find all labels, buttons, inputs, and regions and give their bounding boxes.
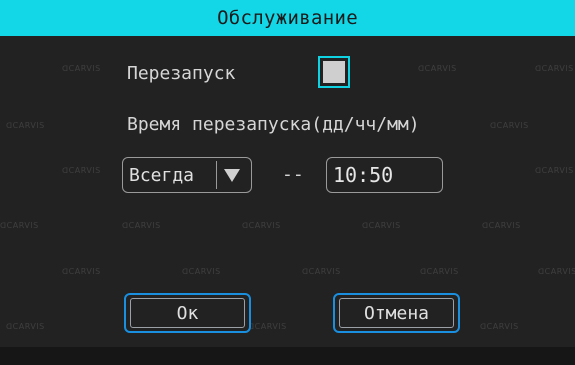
separator: -- (282, 164, 304, 185)
watermark: ᗡCARVIS (490, 121, 529, 130)
dialog-title: Обслуживание (0, 0, 575, 36)
restart-time-input[interactable]: 10:50 (326, 157, 443, 193)
watermark: ᗡCARVIS (482, 221, 521, 230)
restart-checkbox[interactable] (318, 56, 350, 88)
watermark: ᗡCARVIS (362, 221, 401, 230)
ok-button-label: Ок (130, 298, 245, 328)
watermark: ᗡCARVIS (535, 64, 574, 73)
watermark: ᗡCARVIS (538, 267, 575, 276)
ok-button[interactable]: Ок (124, 293, 251, 333)
repeat-select[interactable]: Всегда (122, 157, 252, 193)
watermark: ᗡCARVIS (248, 322, 287, 331)
watermark: ᗡCARVIS (302, 267, 341, 276)
watermark: ᗡCARVIS (6, 322, 45, 331)
watermark: ᗡCARVIS (62, 64, 101, 73)
watermark: ᗡCARVIS (418, 64, 457, 73)
watermark: ᗡCARVIS (420, 267, 459, 276)
watermark: ᗡCARVIS (182, 267, 221, 276)
repeat-select-value: Всегда (129, 164, 195, 186)
watermark: ᗡCARVIS (480, 322, 519, 331)
dropdown-arrow-button[interactable] (216, 161, 247, 189)
maintenance-dialog: ᗡCARVIS ᗡCARVIS ᗡCARVIS ᗡCARVIS ᗡCARVIS … (0, 0, 575, 365)
restart-label: Перезапуск (127, 63, 236, 84)
watermark: ᗡCARVIS (62, 166, 101, 175)
bottom-bar (0, 347, 575, 365)
checkbox-box (323, 61, 345, 83)
cancel-button[interactable]: Отмена (333, 293, 460, 333)
watermark: ᗡCARVIS (535, 166, 574, 175)
restart-time-label: Время перезапуска(дд/чч/мм) (127, 114, 420, 135)
watermark: ᗡCARVIS (62, 267, 101, 276)
chevron-down-icon (224, 168, 240, 182)
watermark: ᗡCARVIS (122, 221, 161, 230)
watermark: ᗡCARVIS (242, 221, 281, 230)
watermark: ᗡCARVIS (0, 221, 39, 230)
cancel-button-label: Отмена (339, 298, 454, 328)
watermark: ᗡCARVIS (6, 121, 45, 130)
